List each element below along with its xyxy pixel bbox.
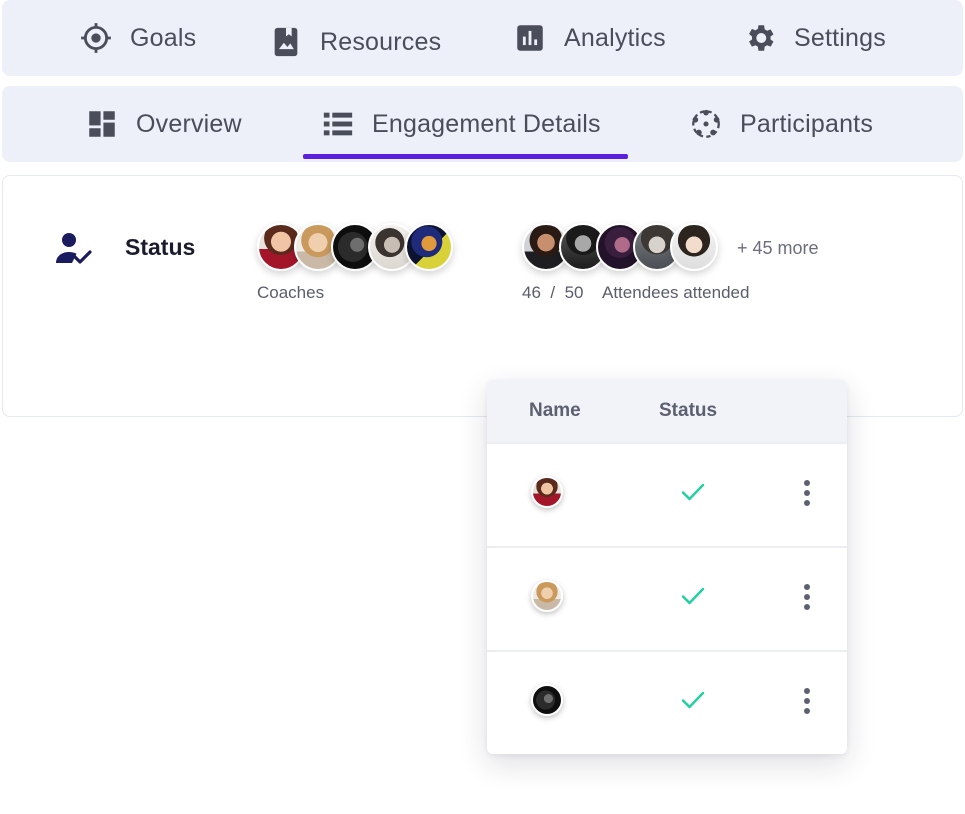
nav-label-settings: Settings	[794, 23, 886, 52]
coaches-label: Coaches	[257, 283, 325, 302]
attendees-avatar-stack	[522, 223, 722, 273]
target-icon	[78, 20, 114, 56]
more-options-icon[interactable]	[801, 582, 813, 612]
avatar	[531, 476, 563, 508]
nav-label-analytics: Analytics	[564, 23, 666, 52]
count-separator: /	[550, 283, 556, 302]
status-title: Status	[125, 234, 196, 260]
tab-overview[interactable]: Overview	[84, 86, 242, 162]
table-row[interactable]	[487, 546, 847, 648]
table-row[interactable]	[487, 650, 847, 752]
attendee-avatar[interactable]	[670, 223, 718, 271]
more-options-icon[interactable]	[801, 686, 813, 716]
bar-chart-icon	[512, 20, 548, 56]
check-icon	[681, 483, 705, 501]
tab-label-overview: Overview	[136, 109, 242, 138]
more-attendees-link[interactable]: + 45 more	[737, 238, 819, 259]
list-icon	[320, 106, 356, 142]
sub-tab-bar: Overview Engagement Details Participants	[2, 86, 963, 162]
coach-avatar[interactable]	[405, 223, 453, 271]
tab-label-participants: Participants	[740, 109, 874, 138]
table-row[interactable]	[487, 442, 847, 544]
group-circle-icon	[688, 106, 724, 142]
tab-engagement-details[interactable]: Engagement Details	[320, 86, 601, 162]
attendance-table-card: Name Status	[487, 380, 847, 754]
nav-label-resources: Resources	[320, 27, 442, 56]
nav-item-settings[interactable]: Settings	[742, 0, 886, 76]
coaches-avatar-stack	[257, 223, 457, 273]
tab-label-engagement-details: Engagement Details	[372, 109, 601, 138]
gear-icon	[742, 20, 778, 56]
check-icon	[681, 587, 705, 605]
attendance-count: 46 / 50	[522, 283, 583, 303]
attendees-label: Attendees attended	[602, 283, 750, 302]
active-tab-indicator	[303, 154, 628, 159]
nav-item-analytics[interactable]: Analytics	[512, 0, 666, 76]
tab-participants[interactable]: Participants	[688, 86, 873, 162]
nav-label-goals: Goals	[130, 23, 197, 52]
bookmark-image-icon	[268, 24, 304, 60]
more-options-icon[interactable]	[801, 478, 813, 508]
dashboard-icon	[84, 106, 120, 142]
avatar	[531, 684, 563, 716]
column-header-status: Status	[659, 400, 718, 421]
nav-item-goals[interactable]: Goals	[78, 0, 196, 76]
user-check-icon	[56, 233, 92, 264]
column-header-name: Name	[529, 400, 581, 421]
table-header: Name Status	[487, 380, 847, 442]
attended-count: 46	[522, 283, 541, 302]
total-count: 50	[564, 283, 584, 302]
top-nav-bar: Goals Resources Analytics Settings	[2, 0, 963, 76]
nav-item-resources[interactable]: Resources	[268, 4, 441, 80]
check-icon	[681, 691, 705, 709]
avatar	[531, 580, 563, 612]
